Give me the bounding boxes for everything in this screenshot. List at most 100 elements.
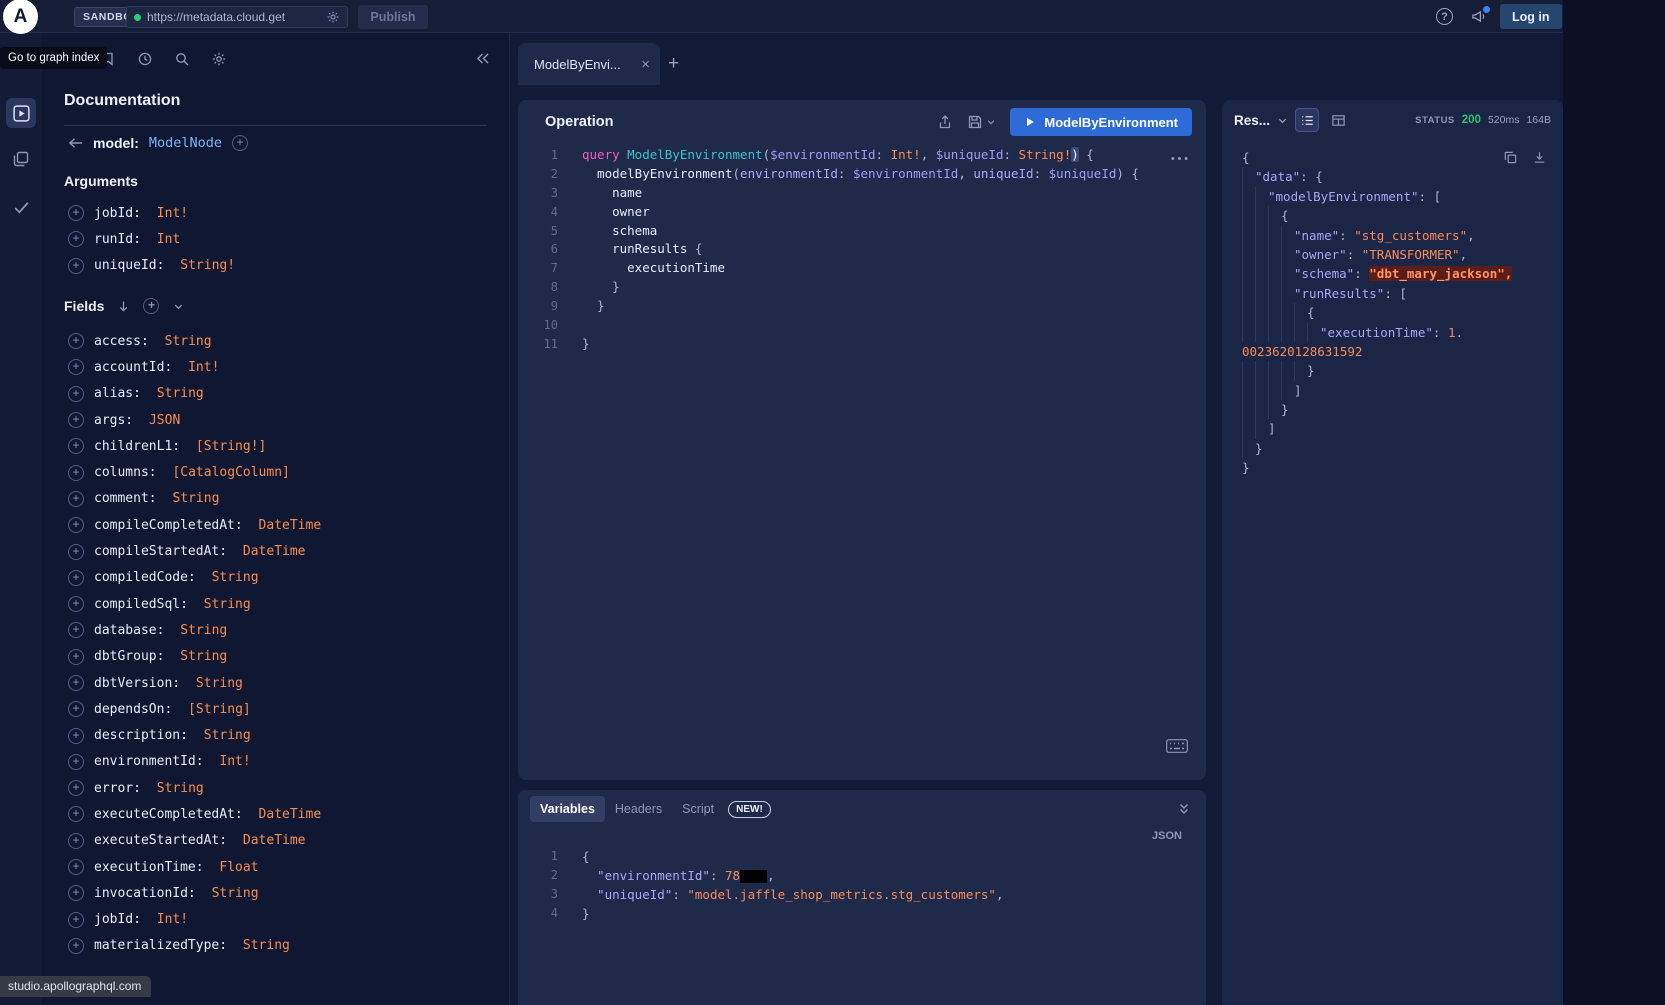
new-tab-button[interactable]: + bbox=[668, 53, 679, 75]
doc-field-row[interactable]: +jobId: Int! bbox=[68, 200, 497, 226]
code-line[interactable]: 10 bbox=[518, 316, 1206, 335]
field-name[interactable]: description: bbox=[94, 728, 188, 743]
variables-editor[interactable]: 1{2 "environmentId": 78,3 "uniqueId": "m… bbox=[518, 847, 1206, 923]
field-name[interactable]: executionTime: bbox=[94, 860, 204, 875]
add-to-query-icon[interactable]: + bbox=[68, 359, 84, 375]
field-name[interactable]: environmentId: bbox=[94, 754, 204, 769]
add-to-query-icon[interactable]: + bbox=[68, 517, 84, 533]
code-line[interactable]: 2 modelByEnvironment(environmentId: $env… bbox=[518, 165, 1206, 184]
field-type[interactable]: String bbox=[149, 386, 204, 401]
rail-checks-button[interactable] bbox=[12, 198, 31, 217]
code-line[interactable]: 2 "environmentId": 78, bbox=[518, 866, 1206, 885]
code-line[interactable]: 4} bbox=[518, 904, 1206, 923]
doc-field-row[interactable]: +comment: String bbox=[68, 486, 497, 512]
code-line[interactable]: 1query ModelByEnvironment($environmentId… bbox=[518, 146, 1206, 165]
field-type[interactable]: String bbox=[172, 623, 227, 638]
doc-field-row[interactable]: +dbtGroup: String bbox=[68, 644, 497, 670]
search-button[interactable] bbox=[174, 51, 190, 67]
doc-field-row[interactable]: +jobId: Int! bbox=[68, 907, 497, 933]
doc-field-row[interactable]: + environmentId: Int! bbox=[68, 749, 497, 775]
code-line[interactable]: 3 "uniqueId": "model.jaffle_shop_metrics… bbox=[518, 885, 1206, 904]
code-line[interactable]: 6 runResults { bbox=[518, 240, 1206, 259]
add-to-query-icon[interactable]: + bbox=[68, 622, 84, 638]
connection-settings-gear-icon[interactable] bbox=[326, 10, 340, 24]
operation-tab[interactable]: ModelByEnvi... × bbox=[518, 43, 660, 85]
apollo-logo[interactable]: A bbox=[3, 0, 38, 34]
add-to-query-icon[interactable]: + bbox=[68, 465, 84, 481]
field-type[interactable]: String bbox=[204, 570, 259, 585]
doc-field-row[interactable]: +uniqueId: String! bbox=[68, 253, 497, 279]
add-to-query-icon[interactable]: + bbox=[68, 701, 84, 717]
add-to-query-icon[interactable]: + bbox=[68, 205, 84, 221]
field-type[interactable]: Int! bbox=[212, 754, 251, 769]
doc-field-row[interactable]: +invocationId: String bbox=[68, 880, 497, 906]
back-button[interactable] bbox=[68, 137, 83, 149]
login-button[interactable]: Log in bbox=[1500, 4, 1562, 29]
tab-script[interactable]: Script bbox=[672, 796, 724, 822]
field-name[interactable]: childrenL1: bbox=[94, 439, 180, 454]
doc-field-row[interactable]: +dbtVersion: String bbox=[68, 670, 497, 696]
field-name[interactable]: invocationId: bbox=[94, 886, 196, 901]
field-name[interactable]: runId: bbox=[94, 232, 141, 247]
field-type[interactable]: String bbox=[149, 781, 204, 796]
add-to-query-icon[interactable]: + bbox=[68, 491, 84, 507]
add-to-query-icon[interactable]: + bbox=[68, 912, 84, 928]
announcements-button[interactable] bbox=[1470, 8, 1487, 30]
doc-field-row[interactable]: + args: JSON bbox=[68, 407, 497, 433]
field-type[interactable]: String bbox=[196, 728, 251, 743]
field-name[interactable]: args: bbox=[94, 413, 133, 428]
doc-field-row[interactable]: +access: String bbox=[68, 328, 497, 354]
help-button[interactable]: ? bbox=[1436, 8, 1453, 25]
doc-field-row[interactable]: +compiledCode: String bbox=[68, 565, 497, 591]
doc-field-row[interactable]: +executionTime: Float bbox=[68, 854, 497, 880]
field-type[interactable]: String bbox=[172, 649, 227, 664]
field-name[interactable]: compiledSql: bbox=[94, 597, 188, 612]
code-line[interactable]: 3 name bbox=[518, 184, 1206, 203]
field-type[interactable]: String bbox=[204, 886, 259, 901]
field-type[interactable]: JSON bbox=[141, 413, 180, 428]
add-to-query-icon[interactable]: + bbox=[68, 231, 84, 247]
add-to-query-icon[interactable]: + bbox=[68, 412, 84, 428]
raw-view-button[interactable] bbox=[1295, 108, 1319, 132]
field-type[interactable]: Float bbox=[212, 860, 259, 875]
endpoint-input[interactable]: https://metadata.cloud.get bbox=[126, 6, 348, 28]
field-name[interactable]: dbtVersion: bbox=[94, 676, 180, 691]
add-to-query-icon[interactable]: + bbox=[68, 754, 84, 770]
doc-field-row[interactable]: +accountId: Int! bbox=[68, 354, 497, 380]
doc-field-row[interactable]: +compileStartedAt: DateTime bbox=[68, 538, 497, 564]
add-type-icon[interactable]: + bbox=[232, 135, 248, 151]
code-line[interactable]: 8 } bbox=[518, 278, 1206, 297]
add-to-query-icon[interactable]: + bbox=[68, 675, 84, 691]
code-line[interactable]: 1{ bbox=[518, 847, 1206, 866]
field-type[interactable]: [String!] bbox=[188, 439, 266, 454]
add-to-query-icon[interactable]: + bbox=[68, 833, 84, 849]
query-editor[interactable]: 1query ModelByEnvironment($environmentId… bbox=[518, 146, 1206, 354]
operation-menu-button[interactable] bbox=[1171, 148, 1188, 166]
sort-fields-button[interactable] bbox=[118, 300, 129, 313]
explorer-settings-button[interactable] bbox=[211, 51, 227, 67]
field-name[interactable]: compiledCode: bbox=[94, 570, 196, 585]
field-name[interactable]: alias: bbox=[94, 386, 141, 401]
code-line[interactable]: 5 schema bbox=[518, 222, 1206, 241]
field-type[interactable]: [CatalogColumn] bbox=[165, 465, 290, 480]
add-to-query-icon[interactable]: + bbox=[68, 806, 84, 822]
doc-field-row[interactable]: +materializedType: String bbox=[68, 933, 497, 959]
add-to-query-icon[interactable]: + bbox=[68, 728, 84, 744]
field-name[interactable]: database: bbox=[94, 623, 164, 638]
rail-explorer-button[interactable] bbox=[6, 98, 36, 128]
doc-field-row[interactable]: +columns: [CatalogColumn] bbox=[68, 459, 497, 485]
rail-schema-button[interactable] bbox=[12, 150, 30, 168]
doc-field-row[interactable]: +alias: String bbox=[68, 381, 497, 407]
tab-title[interactable]: ModelByEnvi... bbox=[534, 57, 633, 72]
doc-field-row[interactable]: + description: String bbox=[68, 722, 497, 748]
field-name[interactable]: accountId: bbox=[94, 360, 172, 375]
add-to-query-icon[interactable]: + bbox=[68, 938, 84, 954]
field-name[interactable]: jobId: bbox=[94, 206, 141, 221]
breadcrumb-type-link[interactable]: ModelNode bbox=[149, 135, 222, 151]
tab-variables[interactable]: Variables bbox=[530, 796, 605, 822]
code-line[interactable]: 11} bbox=[518, 335, 1206, 354]
field-type[interactable]: Int! bbox=[149, 912, 188, 927]
field-name[interactable]: executeStartedAt: bbox=[94, 833, 227, 848]
field-name[interactable]: executeCompletedAt: bbox=[94, 807, 243, 822]
field-type[interactable]: DateTime bbox=[251, 807, 321, 822]
